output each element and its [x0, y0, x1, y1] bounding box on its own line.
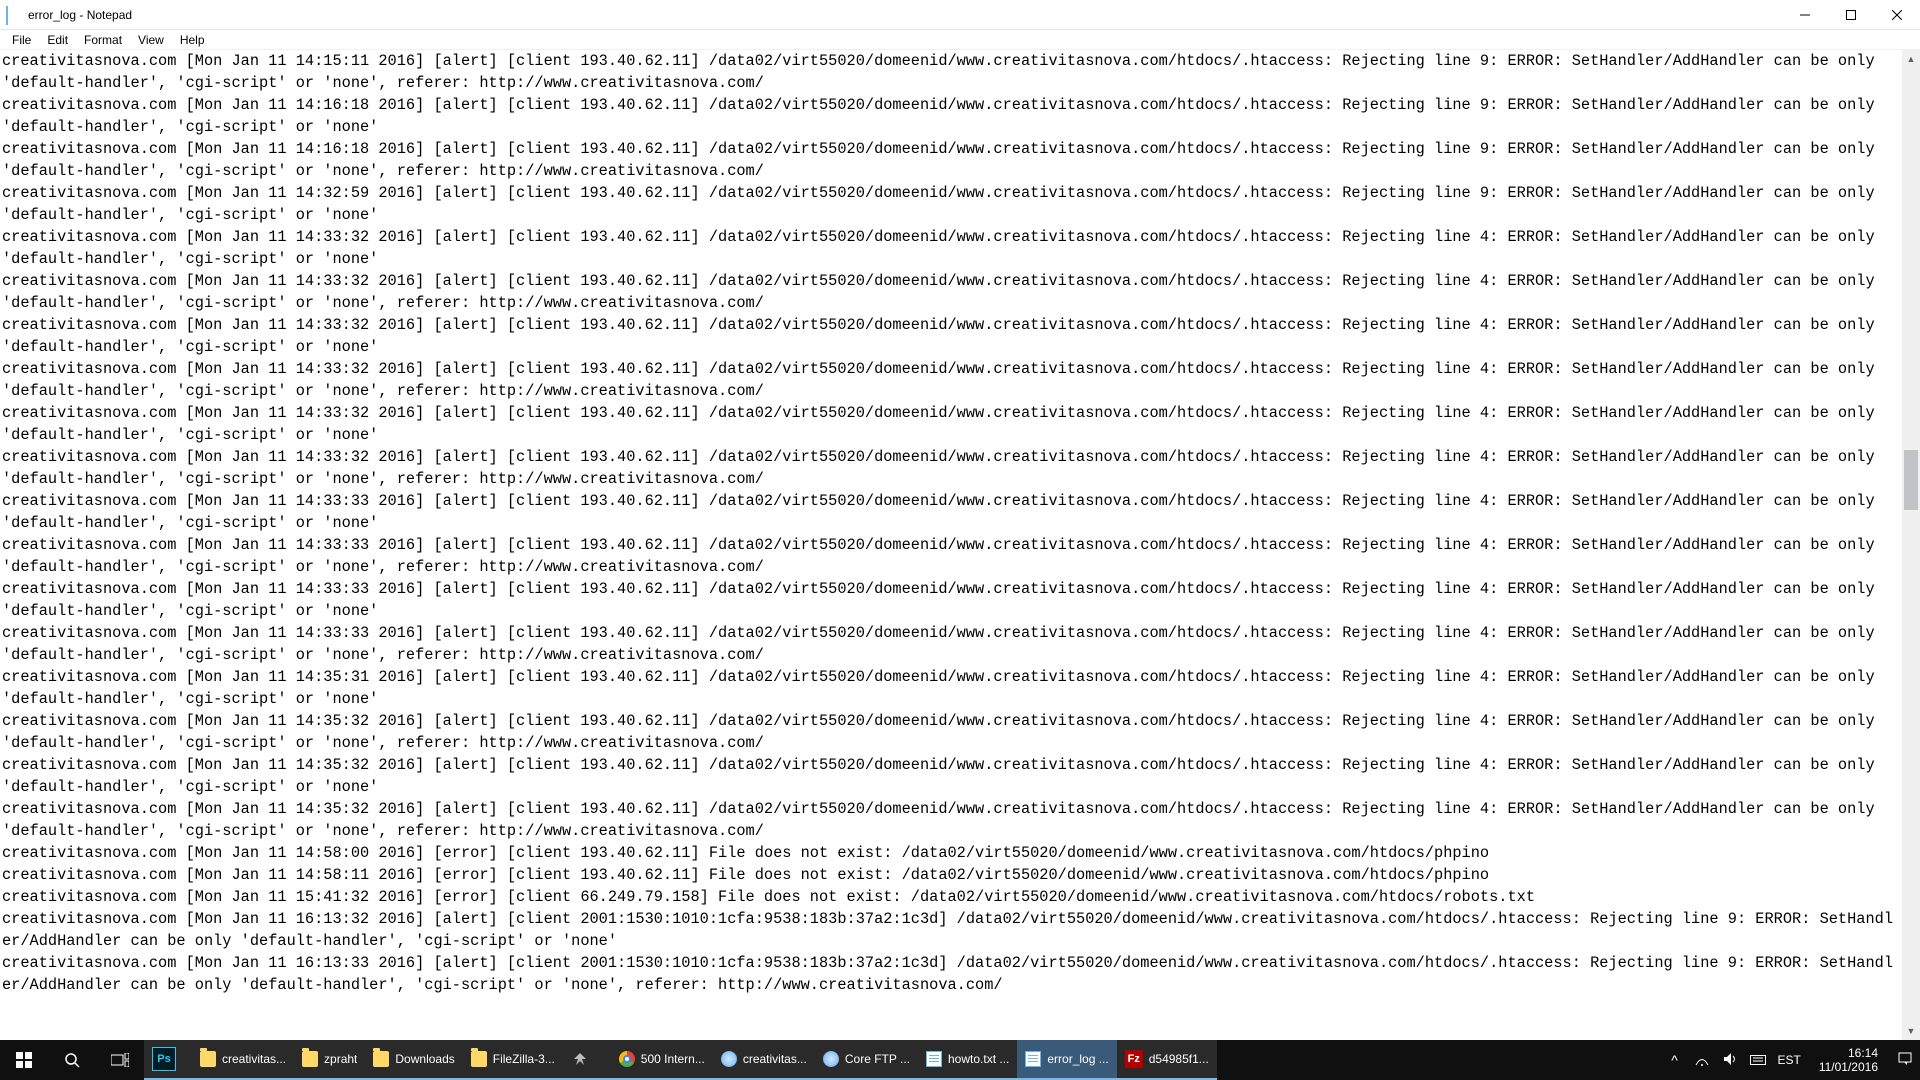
network-icon[interactable]: [1693, 1052, 1711, 1069]
scrollbar-thumb[interactable]: [1904, 450, 1918, 510]
task-view-button[interactable]: [96, 1040, 144, 1080]
taskbar: Ps creativitas... zpraht Downloads FileZ…: [0, 1040, 1920, 1080]
menu-edit[interactable]: Edit: [39, 31, 76, 49]
folder-icon: [200, 1051, 216, 1067]
taskbar-label: zpraht: [324, 1052, 357, 1066]
taskbar-item-notepad-1[interactable]: howto.txt ...: [918, 1040, 1017, 1080]
taskbar-label: 500 Intern...: [641, 1052, 705, 1066]
menu-format[interactable]: Format: [76, 31, 130, 49]
maximize-button[interactable]: [1828, 0, 1874, 30]
menu-help[interactable]: Help: [172, 31, 213, 49]
editor-area: creativitasnova.com [Mon Jan 11 14:15:11…: [0, 50, 1920, 1040]
maximize-icon: [1846, 10, 1856, 20]
window-title: error_log - Notepad: [28, 8, 1782, 22]
taskbar-label: d54985f1...: [1149, 1052, 1209, 1066]
scrollbar-track[interactable]: [1902, 68, 1920, 1022]
taskbar-label: creativitas...: [222, 1052, 286, 1066]
close-icon: [1892, 10, 1902, 20]
vertical-scrollbar[interactable]: ▲ ▼: [1902, 50, 1920, 1040]
search-button[interactable]: [48, 1040, 96, 1080]
scroll-up-arrow-icon[interactable]: ▲: [1902, 50, 1920, 68]
window-controls: [1782, 0, 1920, 30]
chrome-icon: [619, 1051, 635, 1067]
taskbar-label: howto.txt ...: [948, 1052, 1009, 1066]
start-button[interactable]: [0, 1040, 48, 1080]
tray-language[interactable]: EST: [1777, 1053, 1800, 1067]
taskbar-item-photoshop[interactable]: Ps: [144, 1040, 192, 1080]
search-icon: [64, 1052, 80, 1068]
photoshop-icon: Ps: [152, 1047, 176, 1071]
taskbar-label: Downloads: [395, 1052, 454, 1066]
notifications-icon[interactable]: [1896, 1052, 1914, 1069]
folder-icon: [471, 1051, 487, 1067]
taskbar-item-explorer-1[interactable]: creativitas...: [192, 1040, 294, 1080]
scroll-down-arrow-icon[interactable]: ▼: [1902, 1022, 1920, 1040]
taskbar-label: creativitas...: [743, 1052, 807, 1066]
tray-overflow-icon[interactable]: ^: [1665, 1052, 1683, 1068]
taskbar-item-explorer-4[interactable]: FileZilla-3...: [463, 1040, 563, 1080]
taskbar-item-app[interactable]: [563, 1040, 611, 1080]
tray-clock[interactable]: 16:14 11/01/2016: [1811, 1046, 1886, 1074]
menu-view[interactable]: View: [130, 31, 172, 49]
tray-time: 16:14: [1819, 1046, 1878, 1060]
taskbar-item-explorer-3[interactable]: Downloads: [365, 1040, 462, 1080]
notepad-icon: [926, 1051, 942, 1067]
taskbar-label: error_log ...: [1047, 1052, 1108, 1066]
globe-icon: [721, 1051, 737, 1067]
notepad-app-icon: [6, 7, 22, 23]
tray-date: 11/01/2016: [1819, 1060, 1878, 1074]
window-titlebar: error_log - Notepad: [0, 0, 1920, 30]
folder-icon: [373, 1051, 389, 1067]
taskbar-item-coreftp[interactable]: Core FTP ...: [815, 1040, 918, 1080]
app-icon: [571, 1051, 587, 1067]
taskbar-item-chrome[interactable]: 500 Intern...: [611, 1040, 713, 1080]
notepad-icon: [1025, 1051, 1041, 1067]
system-tray: ^ EST 16:14 11/01/2016: [1665, 1046, 1920, 1074]
menubar: File Edit Format View Help: [0, 30, 1920, 50]
taskbar-label: Core FTP ...: [845, 1052, 910, 1066]
keyboard-icon[interactable]: [1749, 1052, 1767, 1068]
minimize-icon: [1800, 10, 1810, 20]
menu-file[interactable]: File: [4, 31, 39, 49]
taskbar-item-notepad-active[interactable]: error_log ...: [1017, 1040, 1116, 1080]
folder-icon: [302, 1051, 318, 1067]
taskbar-item-browser-2[interactable]: creativitas...: [713, 1040, 815, 1080]
minimize-button[interactable]: [1782, 0, 1828, 30]
windows-logo-icon: [16, 1052, 32, 1068]
filezilla-icon: Fz: [1125, 1050, 1143, 1068]
ftp-icon: [823, 1051, 839, 1067]
text-content[interactable]: creativitasnova.com [Mon Jan 11 14:15:11…: [0, 50, 1902, 1040]
taskbar-label: FileZilla-3...: [493, 1052, 555, 1066]
close-button[interactable]: [1874, 0, 1920, 30]
taskbar-item-explorer-2[interactable]: zpraht: [294, 1040, 365, 1080]
taskbar-item-filezilla[interactable]: Fz d54985f1...: [1117, 1040, 1217, 1080]
task-view-icon: [111, 1053, 129, 1067]
volume-icon[interactable]: [1721, 1052, 1739, 1069]
